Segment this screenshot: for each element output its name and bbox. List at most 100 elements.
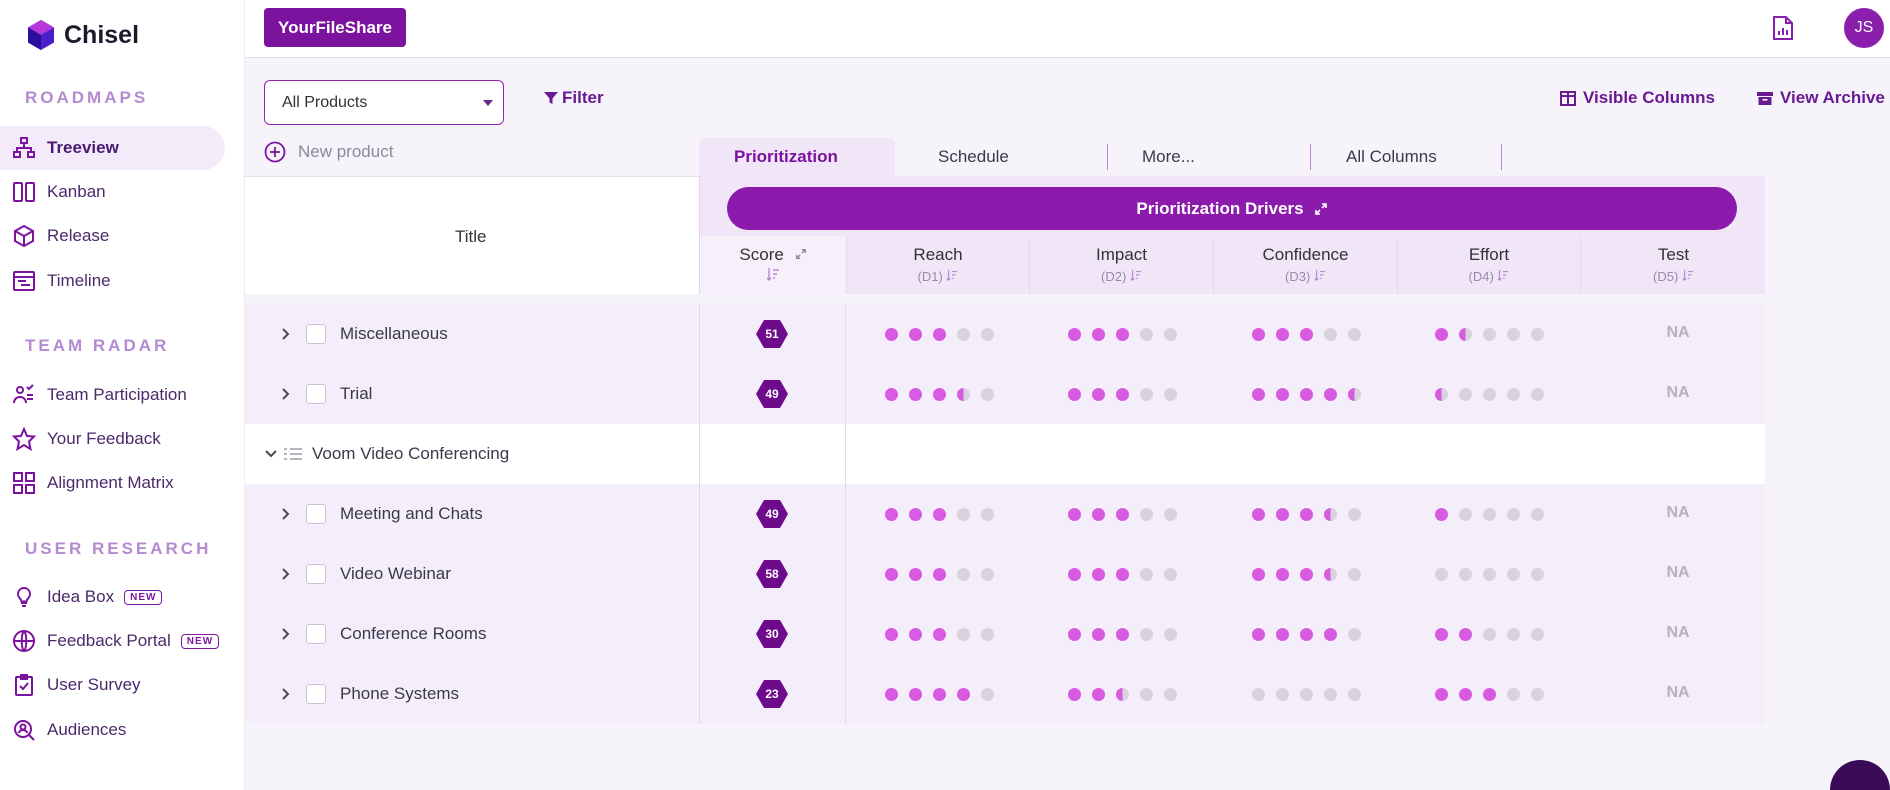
row-checkbox[interactable] xyxy=(306,684,326,704)
rating-dot[interactable] xyxy=(1324,687,1337,701)
rating-dot[interactable] xyxy=(1116,327,1129,341)
rating-dot[interactable] xyxy=(1092,507,1105,521)
chevron-right-icon[interactable] xyxy=(278,627,292,641)
rating-dot[interactable] xyxy=(1068,627,1081,641)
rating-dot[interactable] xyxy=(1435,687,1448,701)
rating-dot[interactable] xyxy=(1300,507,1313,521)
table-row[interactable]: Video Webinar 58 NA xyxy=(245,544,1765,604)
rating-dot[interactable] xyxy=(1276,507,1289,521)
rating-dot[interactable] xyxy=(1164,507,1177,521)
rating-dot[interactable] xyxy=(1324,387,1337,401)
table-row[interactable]: Meeting and Chats 49 NA xyxy=(245,484,1765,544)
impact-rating[interactable] xyxy=(1068,604,1188,664)
sidebar-item-team-participation[interactable]: Team Participation xyxy=(0,373,225,417)
rating-dot[interactable] xyxy=(1348,567,1361,581)
rating-dot[interactable] xyxy=(1164,567,1177,581)
rating-dot[interactable] xyxy=(1483,567,1496,581)
column-header-score[interactable]: Score xyxy=(700,236,846,294)
rating-dot[interactable] xyxy=(1300,387,1313,401)
rating-dot[interactable] xyxy=(957,387,970,401)
rating-dot[interactable] xyxy=(1276,627,1289,641)
confidence-rating[interactable] xyxy=(1252,664,1372,724)
rating-dot[interactable] xyxy=(1276,327,1289,341)
rating-dot[interactable] xyxy=(885,567,898,581)
chevron-right-icon[interactable] xyxy=(278,687,292,701)
filter-button[interactable]: Filter xyxy=(543,88,604,108)
rating-dot[interactable] xyxy=(1348,387,1361,401)
rating-dot[interactable] xyxy=(1459,567,1472,581)
confidence-rating[interactable] xyxy=(1252,604,1372,664)
rating-dot[interactable] xyxy=(1300,327,1313,341)
rating-dot[interactable] xyxy=(1140,687,1153,701)
impact-rating[interactable] xyxy=(1068,664,1188,724)
rating-dot[interactable] xyxy=(1252,627,1265,641)
rating-dot[interactable] xyxy=(957,687,970,701)
rating-dot[interactable] xyxy=(1507,327,1520,341)
rating-dot[interactable] xyxy=(933,387,946,401)
rating-dot[interactable] xyxy=(957,567,970,581)
rating-dot[interactable] xyxy=(1300,567,1313,581)
sidebar-item-release[interactable]: Release xyxy=(0,214,225,258)
rating-dot[interactable] xyxy=(909,687,922,701)
confidence-rating[interactable] xyxy=(1252,484,1372,544)
effort-rating[interactable] xyxy=(1435,544,1555,604)
table-row[interactable]: Phone Systems 23 NA xyxy=(245,664,1765,724)
rating-dot[interactable] xyxy=(1324,507,1337,521)
impact-rating[interactable] xyxy=(1068,364,1188,424)
rating-dot[interactable] xyxy=(1483,687,1496,701)
sidebar-item-treeview[interactable]: Treeview xyxy=(0,126,225,170)
column-header-impact[interactable]: Impact (D2) xyxy=(1029,236,1213,294)
rating-dot[interactable] xyxy=(1483,387,1496,401)
rating-dot[interactable] xyxy=(1483,507,1496,521)
rating-dot[interactable] xyxy=(1507,687,1520,701)
chevron-down-icon[interactable] xyxy=(264,447,278,461)
rating-dot[interactable] xyxy=(1140,567,1153,581)
table-row[interactable]: Conference Rooms 30 NA xyxy=(245,604,1765,664)
rating-dot[interactable] xyxy=(1252,387,1265,401)
effort-rating[interactable] xyxy=(1435,304,1555,364)
reach-rating[interactable] xyxy=(885,604,1005,664)
rating-dot[interactable] xyxy=(933,507,946,521)
tab-more[interactable]: More... xyxy=(1108,138,1311,176)
effort-rating[interactable] xyxy=(1435,664,1555,724)
rating-dot[interactable] xyxy=(981,687,994,701)
rating-dot[interactable] xyxy=(1276,687,1289,701)
view-archive-button[interactable]: View Archive xyxy=(1757,88,1885,108)
impact-rating[interactable] xyxy=(1068,544,1188,604)
sort-icon[interactable] xyxy=(1314,269,1326,281)
new-product-button[interactable]: New product xyxy=(264,141,393,163)
rating-dot[interactable] xyxy=(1252,507,1265,521)
workspace-button[interactable]: YourFileShare xyxy=(264,8,406,47)
rating-dot[interactable] xyxy=(1116,627,1129,641)
rating-dot[interactable] xyxy=(885,327,898,341)
rating-dot[interactable] xyxy=(1435,627,1448,641)
rating-dot[interactable] xyxy=(1348,327,1361,341)
effort-rating[interactable] xyxy=(1435,484,1555,544)
rating-dot[interactable] xyxy=(1140,627,1153,641)
help-button[interactable] xyxy=(1830,760,1890,790)
rating-dot[interactable] xyxy=(1507,387,1520,401)
rating-dot[interactable] xyxy=(1092,627,1105,641)
row-checkbox[interactable] xyxy=(306,564,326,584)
rating-dot[interactable] xyxy=(1092,687,1105,701)
row-checkbox[interactable] xyxy=(306,624,326,644)
rating-dot[interactable] xyxy=(1164,327,1177,341)
reach-rating[interactable] xyxy=(885,664,1005,724)
rating-dot[interactable] xyxy=(1507,507,1520,521)
rating-dot[interactable] xyxy=(1140,507,1153,521)
rating-dot[interactable] xyxy=(1507,627,1520,641)
rating-dot[interactable] xyxy=(1092,327,1105,341)
rating-dot[interactable] xyxy=(957,327,970,341)
row-checkbox[interactable] xyxy=(306,384,326,404)
rating-dot[interactable] xyxy=(1324,327,1337,341)
rating-dot[interactable] xyxy=(1252,567,1265,581)
table-row[interactable]: Trial 49 NA xyxy=(245,364,1765,424)
rating-dot[interactable] xyxy=(933,567,946,581)
rating-dot[interactable] xyxy=(1348,687,1361,701)
rating-dot[interactable] xyxy=(1068,507,1081,521)
title-column-header[interactable]: Title xyxy=(245,176,699,294)
confidence-rating[interactable] xyxy=(1252,304,1372,364)
rating-dot[interactable] xyxy=(909,387,922,401)
tab-all-columns[interactable]: All Columns xyxy=(1311,138,1502,176)
rating-dot[interactable] xyxy=(1140,327,1153,341)
